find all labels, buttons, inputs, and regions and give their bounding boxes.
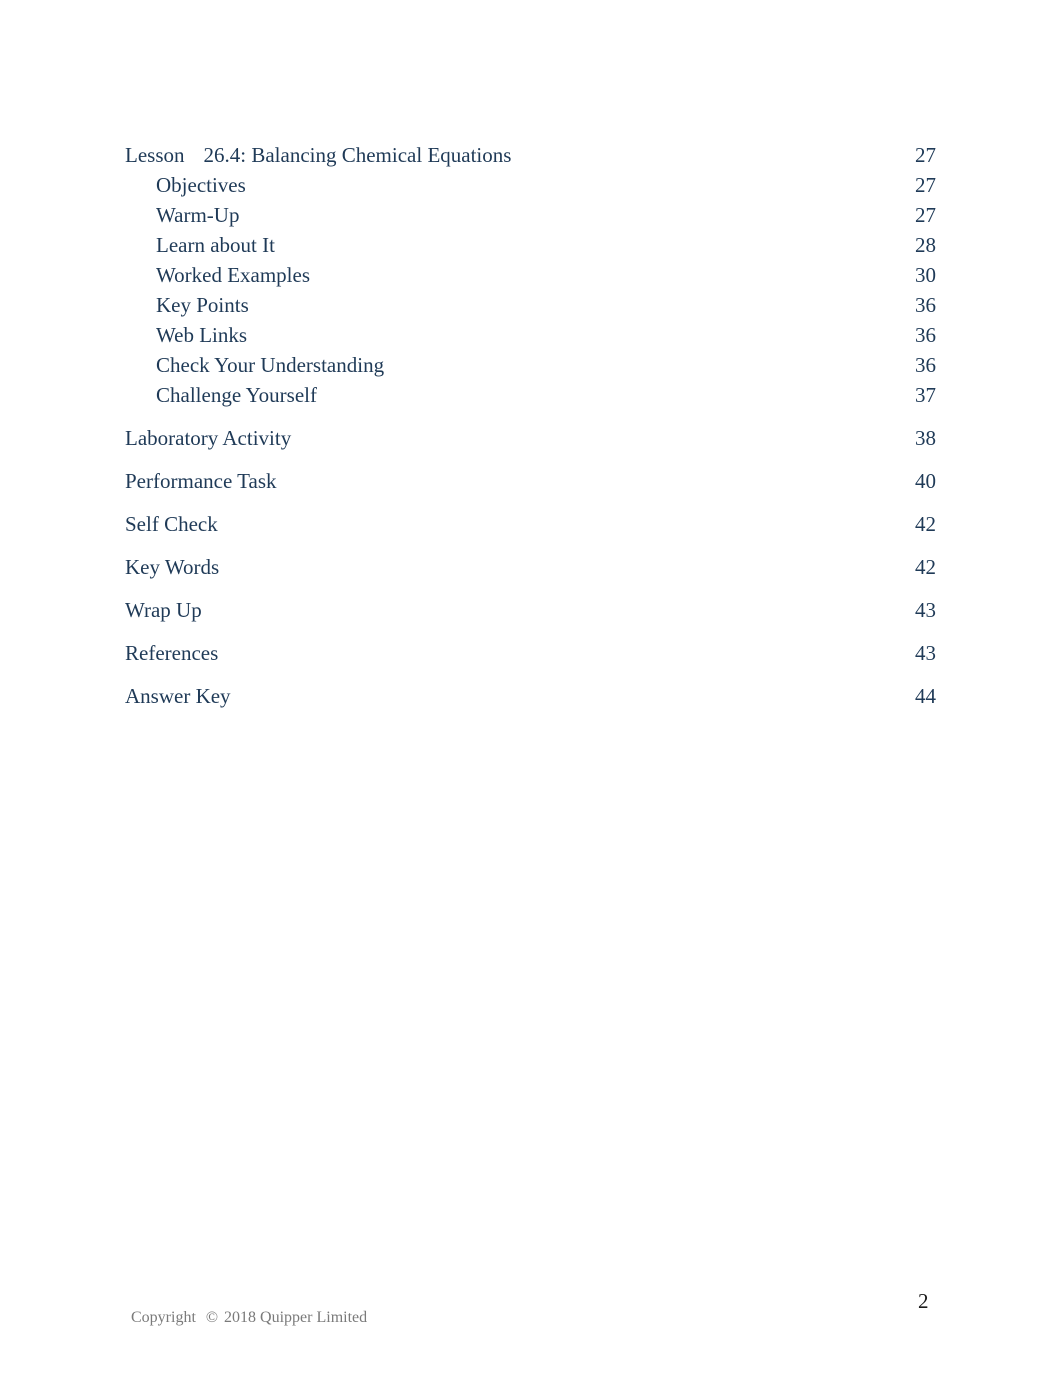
toc-entry-label: Worked Examples xyxy=(156,263,311,287)
toc-entry-label: Challenge Yourself xyxy=(156,383,317,407)
toc-page-number: 40 xyxy=(915,469,936,493)
toc-page-number: 37 xyxy=(915,383,936,407)
toc-subsection-challenge-yourself[interactable]: Challenge Yourself 37 xyxy=(125,380,936,410)
toc-entry-label: Check Your Understanding xyxy=(156,353,385,377)
lesson-title: 26.4: Balancing Chemical Equations xyxy=(203,143,512,167)
toc-lesson-entry[interactable]: Lesson 26.4: Balancing Chemical Equations… xyxy=(125,140,936,170)
copyright-label: Copyright xyxy=(131,1309,196,1326)
toc-page-number: 43 xyxy=(915,598,936,622)
toc-page-number: 30 xyxy=(915,263,936,287)
toc-entry-label: Performance Task xyxy=(125,469,277,493)
copyright-icon: © xyxy=(205,1309,219,1326)
toc-page-number: 36 xyxy=(915,323,936,347)
toc-page-number: 27 xyxy=(915,173,936,197)
toc-entry-label: Objectives xyxy=(156,173,246,197)
toc-entry-label: Web Links xyxy=(156,323,248,347)
toc-section-wrap-up[interactable]: Wrap Up 43 xyxy=(125,595,936,625)
toc-subsection-key-points[interactable]: Key Points 36 xyxy=(125,290,936,320)
toc-section-performance-task[interactable]: Performance Task 40 xyxy=(125,466,936,496)
toc-page-number: 36 xyxy=(915,293,936,317)
toc-page-number: 38 xyxy=(915,426,936,450)
toc-page-number: 27 xyxy=(915,143,936,167)
toc-subsection-check-your-understanding[interactable]: Check Your Understanding 36 xyxy=(125,350,936,380)
footer-copyright: Copyright © 2018 Quipper Limited xyxy=(131,1309,367,1327)
toc-page-number: 27 xyxy=(915,203,936,227)
toc-section-answer-key[interactable]: Answer Key 44 xyxy=(125,681,936,711)
toc-page-number: 42 xyxy=(915,555,936,579)
toc-subsection-warm-up[interactable]: Warm-Up 27 xyxy=(125,200,936,230)
toc-entry-label: Wrap Up xyxy=(125,598,202,622)
lesson-prefix: Lesson xyxy=(125,143,185,167)
toc-entry-label: Key Words xyxy=(125,555,220,579)
toc-page-number: 42 xyxy=(915,512,936,536)
toc-entry-label: Self Check xyxy=(125,512,218,536)
toc-subsection-worked-examples[interactable]: Worked Examples 30 xyxy=(125,260,936,290)
toc-page-number: 44 xyxy=(915,684,936,708)
table-of-contents: Lesson 26.4: Balancing Chemical Equations… xyxy=(125,140,936,711)
page-number: 2 xyxy=(918,1289,929,1313)
toc-subsection-learn-about-it[interactable]: Learn about It 28 xyxy=(125,230,936,260)
toc-section-key-words[interactable]: Key Words 42 xyxy=(125,552,936,582)
toc-page-number: 28 xyxy=(915,233,936,257)
toc-entry-label: Learn about It xyxy=(156,233,275,257)
toc-section-self-check[interactable]: Self Check 42 xyxy=(125,509,936,539)
toc-entry-label: Warm-Up xyxy=(156,203,240,227)
toc-entry-label: Laboratory Activity xyxy=(125,426,292,450)
toc-section-references[interactable]: References 43 xyxy=(125,638,936,668)
toc-lesson-label: Lesson 26.4: Balancing Chemical Equations xyxy=(125,140,511,170)
toc-section-laboratory-activity[interactable]: Laboratory Activity 38 xyxy=(125,423,936,453)
toc-entry-label: References xyxy=(125,641,219,665)
toc-entry-label: Answer Key xyxy=(125,684,231,708)
copyright-text: 2018 Quipper Limited xyxy=(224,1309,368,1326)
toc-page-number: 43 xyxy=(915,641,936,665)
toc-entry-label: Key Points xyxy=(156,293,249,317)
toc-subsection-objectives[interactable]: Objectives 27 xyxy=(125,170,936,200)
toc-subsection-web-links[interactable]: Web Links 36 xyxy=(125,320,936,350)
toc-page-number: 36 xyxy=(915,353,936,377)
